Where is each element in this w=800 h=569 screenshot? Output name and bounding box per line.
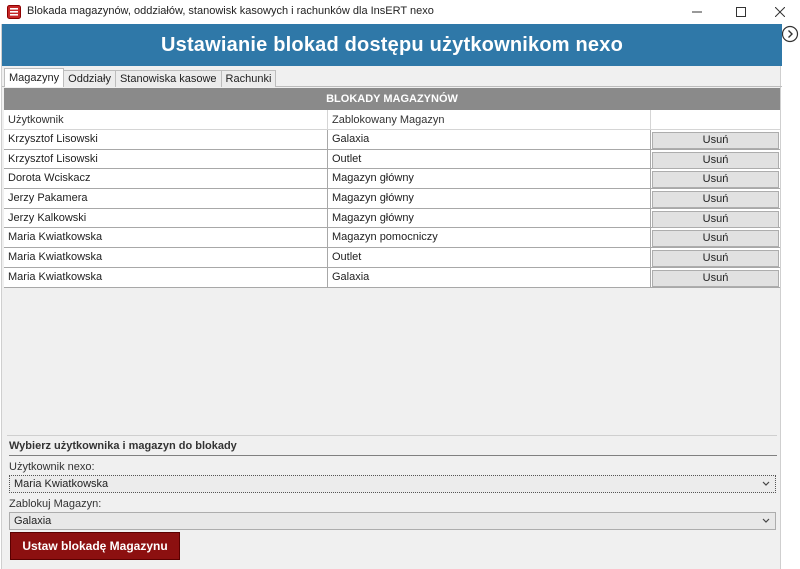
divider [7, 435, 777, 436]
chevron-down-icon [762, 481, 770, 486]
delete-button[interactable]: Usuń [652, 191, 779, 209]
grid-banner: BLOKADY MAGAZYNÓW [4, 88, 780, 110]
delete-button[interactable]: Usuń [652, 230, 779, 248]
window-title: Blokada magazynów, oddziałów, stanowisk … [27, 5, 434, 17]
cell-user: Maria Kwiatkowska [8, 270, 103, 283]
grid-header: Użytkownik Zablokowany Magazyn [4, 110, 780, 130]
set-lock-button[interactable]: Ustaw blokadę Magazynu [10, 532, 180, 560]
user-label: Użytkownik nexo: [9, 461, 95, 473]
tab-stanowiska-kasowe[interactable]: Stanowiska kasowe [114, 70, 222, 87]
tab-bar: Magazyny Oddziały Stanowiska kasowe Rach… [4, 68, 277, 87]
delete-button[interactable]: Usuń [652, 250, 779, 268]
table-row[interactable]: Maria Kwiatkowska Galaxia Usuń [4, 267, 780, 288]
delete-button[interactable]: Usuń [652, 210, 779, 228]
delete-button[interactable]: Usuń [652, 269, 779, 287]
cell-magazyn: Magazyn pomocniczy [327, 228, 650, 248]
close-button[interactable] [761, 0, 798, 24]
user-select[interactable]: Maria Kwiatkowska [9, 475, 776, 493]
cell-user: Krzysztof Lisowski [8, 152, 98, 165]
table-row[interactable]: Krzysztof Lisowski Outlet Usuń [4, 149, 780, 170]
table-row[interactable]: Maria Kwiatkowska Magazyn pomocniczy Usu… [4, 228, 780, 249]
header-banner: Ustawianie blokad dostępu użytkownikom n… [2, 24, 782, 66]
section-title: Wybierz użytkownika i magazyn do blokady [9, 440, 237, 452]
cell-action: Usuń [650, 208, 780, 228]
section-underline [9, 455, 777, 456]
app-icon [7, 5, 21, 19]
tab-rachunki[interactable]: Rachunki [220, 70, 277, 87]
magazyn-select-value: Galaxia [14, 515, 52, 527]
column-header-user[interactable]: Użytkownik [4, 110, 327, 130]
lock-form: Wybierz użytkownika i magazyn do blokady… [4, 435, 780, 567]
cell-user: Maria Kwiatkowska [8, 231, 103, 244]
page-title: Ustawianie blokad dostępu użytkownikom n… [160, 33, 623, 56]
cell-action: Usuń [650, 169, 780, 189]
expand-side-button[interactable] [781, 25, 799, 43]
chevron-right-icon [781, 25, 799, 43]
cell-magazyn: Magazyn główny [327, 169, 650, 189]
title-bar: Blokada magazynów, oddziałów, stanowisk … [0, 0, 800, 24]
maximize-icon [735, 7, 746, 17]
cell-action: Usuń [650, 130, 780, 149]
cell-magazyn: Magazyn główny [327, 208, 650, 228]
cell-magazyn: Magazyn główny [327, 189, 650, 209]
cell-magazyn: Outlet [327, 248, 650, 268]
chevron-down-icon [762, 518, 770, 523]
column-header-action [650, 110, 780, 130]
cell-user: Krzysztof Lisowski [8, 133, 98, 145]
delete-button[interactable]: Usuń [652, 171, 779, 189]
table-row[interactable]: Krzysztof Lisowski Galaxia Usuń [4, 130, 780, 150]
cell-action: Usuń [650, 228, 780, 248]
magazyn-select[interactable]: Galaxia [9, 512, 776, 530]
cell-user: Jerzy Pakamera [8, 192, 88, 205]
minimize-icon [691, 11, 702, 13]
cell-user: Maria Kwiatkowska [8, 251, 103, 264]
table-row[interactable]: Maria Kwiatkowska Outlet Usuń [4, 248, 780, 268]
cell-magazyn: Galaxia [327, 267, 650, 287]
cell-action: Usuń [650, 267, 780, 287]
locks-grid: BLOKADY MAGAZYNÓW Użytkownik Zablokowany… [4, 88, 780, 456]
cell-user: Dorota Wciskacz [8, 172, 91, 185]
magazyn-label: Zablokuj Magazyn: [9, 498, 102, 510]
table-row[interactable]: Jerzy Kalkowski Magazyn główny Usuń [4, 208, 780, 229]
cell-action: Usuń [650, 189, 780, 209]
delete-button[interactable]: Usuń [652, 151, 779, 169]
minimize-button[interactable] [678, 0, 715, 24]
tab-magazyny[interactable]: Magazyny [4, 68, 65, 87]
column-header-magazyn[interactable]: Zablokowany Magazyn [327, 110, 650, 130]
cell-magazyn: Galaxia [327, 130, 650, 149]
table-row[interactable]: Jerzy Pakamera Magazyn główny Usuń [4, 189, 780, 209]
cell-action: Usuń [650, 149, 780, 169]
grid-rows: Krzysztof Lisowski Galaxia Usuń Krzyszto… [4, 130, 780, 288]
cell-user: Jerzy Kalkowski [8, 211, 87, 224]
tab-oddzialy[interactable]: Oddziały [63, 70, 116, 87]
close-icon [774, 7, 785, 17]
delete-button[interactable]: Usuń [652, 132, 779, 149]
cell-magazyn: Outlet [327, 149, 650, 169]
main-frame: Ustawianie blokad dostępu użytkownikom n… [1, 24, 782, 569]
cell-action: Usuń [650, 248, 780, 268]
table-row[interactable]: Dorota Wciskacz Magazyn główny Usuń [4, 169, 780, 190]
user-select-value: Maria Kwiatkowska [14, 478, 109, 490]
maximize-button[interactable] [722, 0, 759, 24]
